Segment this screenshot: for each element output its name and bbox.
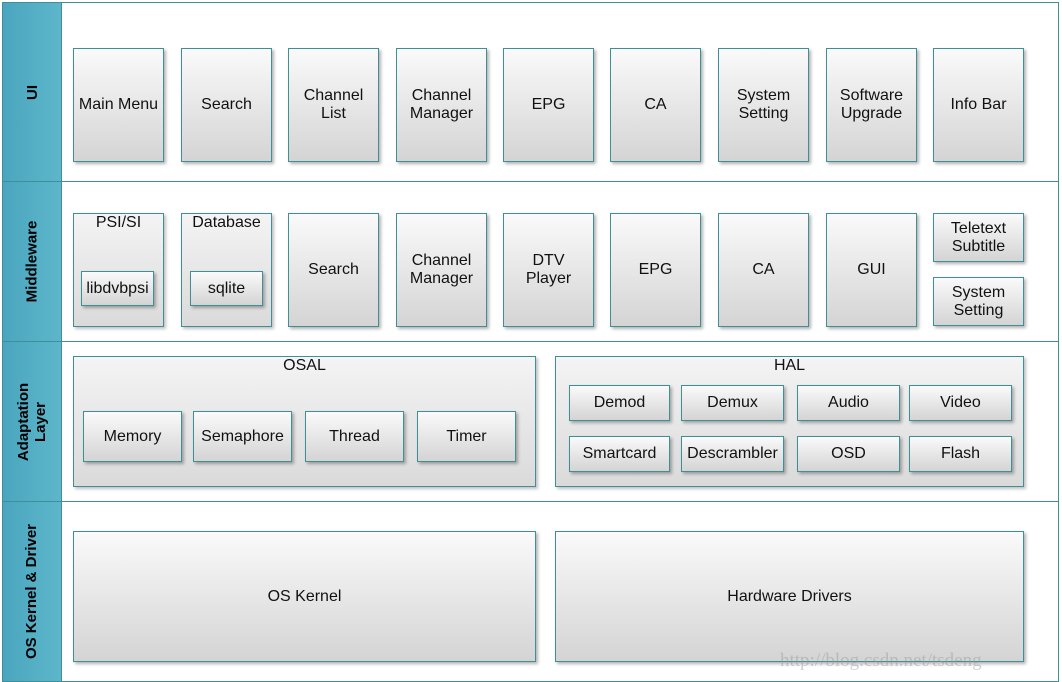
hal-video: Video [909, 385, 1012, 421]
hal-descrambler: Descrambler [681, 436, 784, 472]
mw-sqlite: sqlite [190, 271, 263, 306]
mw-channel-manager: Channel Manager [396, 213, 487, 327]
ui-info-bar: Info Bar [933, 48, 1024, 162]
hal-audio: Audio [797, 385, 900, 421]
hal-smartcard: Smartcard [569, 436, 670, 472]
watermark: http://blog.csdn.net/tsdeng [780, 650, 982, 671]
ui-epg: EPG [503, 48, 594, 162]
hardware-drivers: Hardware Drivers [555, 531, 1024, 662]
os-layer-label: OS Kernel & Driver [2, 501, 62, 682]
osal-semaphore: Semaphore [193, 411, 292, 462]
hal-osd: OSD [797, 436, 900, 472]
ui-ca: CA [610, 48, 701, 162]
ui-system-setting: System Setting [718, 48, 809, 162]
osal-title: OSAL [283, 357, 326, 374]
mw-teletext-subtitle: Teletext Subtitle [933, 213, 1024, 262]
hal-flash: Flash [909, 436, 1012, 472]
ui-channel-list: Channel List [288, 48, 379, 162]
ui-layer-label: UI [2, 2, 62, 182]
mw-epg: EPG [610, 213, 701, 327]
middleware-layer-label: Middleware [2, 181, 62, 342]
ui-main-menu: Main Menu [73, 48, 164, 162]
osal-timer: Timer [417, 411, 516, 462]
mw-gui: GUI [826, 213, 917, 327]
hal-title: HAL [773, 357, 806, 374]
mw-search: Search [288, 213, 379, 327]
mw-libdvbpsi: libdvbpsi [81, 271, 154, 306]
mw-psi-si: PSI/SI [73, 213, 164, 327]
adaptation-layer-label: Adaptation Layer [2, 341, 62, 502]
mw-system-setting: System Setting [933, 277, 1024, 326]
ui-software-upgrade: Software Upgrade [826, 48, 917, 162]
mw-dtv-player: DTV Player [503, 213, 594, 327]
osal-thread: Thread [305, 411, 404, 462]
hal-demux: Demux [681, 385, 784, 421]
mw-database: Database [181, 213, 272, 327]
ui-channel-manager: Channel Manager [396, 48, 487, 162]
mw-ca: CA [718, 213, 809, 327]
osal-memory: Memory [83, 411, 182, 462]
ui-search: Search [181, 48, 272, 162]
os-kernel: OS Kernel [73, 531, 536, 662]
hal-demod: Demod [569, 385, 670, 421]
